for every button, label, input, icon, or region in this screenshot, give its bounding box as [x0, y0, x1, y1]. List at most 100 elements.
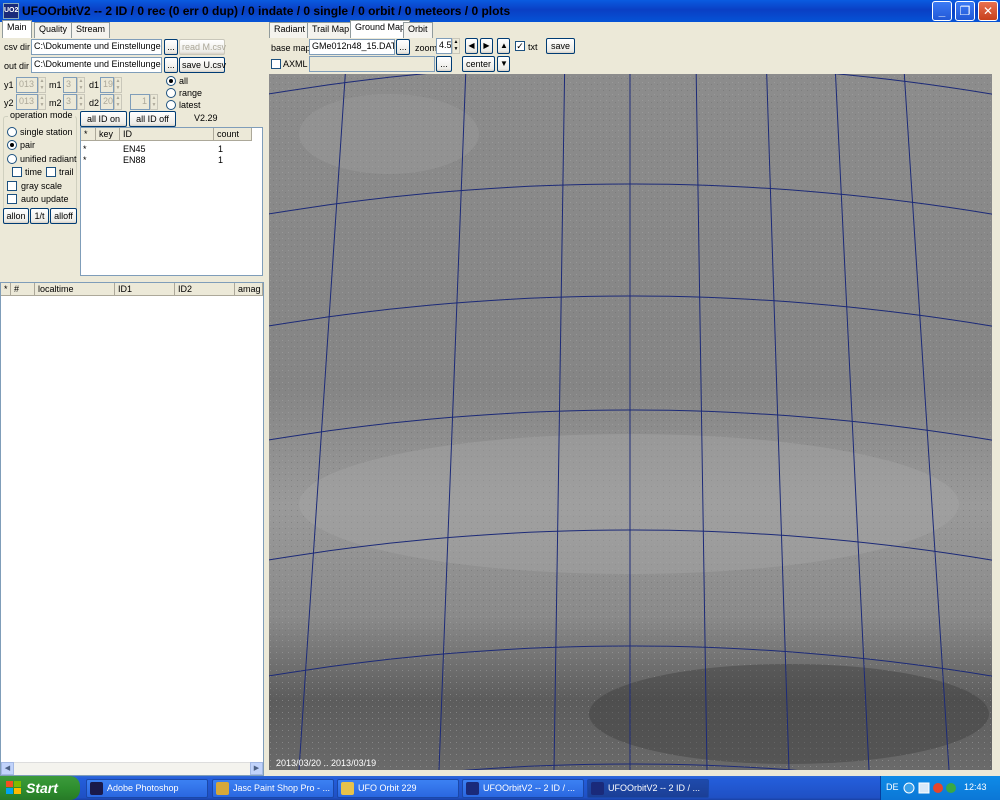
radio-latest[interactable] — [166, 100, 176, 110]
scroll-left-button[interactable]: ◀ — [1, 762, 14, 775]
id-row-2-id[interactable]: EN88 — [123, 155, 146, 165]
radio-range[interactable] — [166, 88, 176, 98]
latest-count-spinner[interactable]: ▲ ▼ — [150, 94, 158, 110]
tab-ground-map[interactable]: Ground Map — [350, 20, 411, 38]
tab-main[interactable]: Main — [2, 20, 32, 38]
save-u-csv-button[interactable]: save U.csv — [179, 57, 226, 73]
ground-map[interactable] — [269, 74, 992, 770]
time-checkbox[interactable] — [12, 167, 22, 177]
d2-spinner[interactable]: ▲ ▼ — [114, 94, 122, 110]
language-indicator[interactable]: DE — [886, 782, 899, 792]
m1-spinner[interactable]: ▲ ▼ — [77, 77, 85, 93]
operation-mode-legend: operation mode — [8, 110, 75, 120]
tab-stream[interactable]: Stream — [71, 22, 111, 38]
one-t-button[interactable]: 1/t — [30, 208, 49, 224]
radio-latest-label: latest — [179, 100, 201, 110]
ufoorbit-icon — [591, 782, 604, 795]
axml-checkbox[interactable] — [271, 59, 281, 69]
pan-down-button[interactable]: ▼ — [497, 56, 510, 72]
ground-map-canvas — [269, 74, 992, 770]
task-label: UFOOrbitV2 -- 2 ID / ... — [608, 783, 701, 793]
event-header-star[interactable]: * — [1, 283, 11, 296]
pan-up-button[interactable]: ▲ — [497, 38, 510, 54]
id-list-header-id[interactable]: ID — [120, 128, 214, 141]
csv-dir-input[interactable]: C:\Dokumente und Einstellungen — [31, 39, 162, 55]
task-ufo-orbit-folder[interactable]: UFO Orbit 229 — [337, 779, 459, 798]
d1-label: d1 — [89, 80, 100, 90]
radio-pair[interactable] — [7, 140, 17, 150]
y1-spinner[interactable]: ▲ ▼ — [38, 77, 46, 93]
scroll-right-button[interactable]: ▶ — [250, 762, 263, 775]
id-row-1-id[interactable]: EN45 — [123, 144, 146, 154]
id-list-header-key[interactable]: key — [96, 128, 120, 141]
out-dir-browse-button[interactable]: ... — [164, 57, 178, 73]
tab-trail-map[interactable]: Trail Map — [307, 22, 355, 38]
gray-scale-checkbox[interactable] — [7, 181, 17, 191]
alloff-button[interactable]: alloff — [50, 208, 77, 224]
center-button[interactable]: center — [462, 56, 495, 72]
trail-checkbox[interactable] — [46, 167, 56, 177]
task-ufoorbitv2-1[interactable]: UFOOrbitV2 -- 2 ID / ... — [462, 779, 584, 798]
axml-input[interactable] — [309, 56, 435, 72]
latest-count-input[interactable]: 1 — [130, 94, 150, 110]
allon-button[interactable]: allon — [3, 208, 29, 224]
out-dir-label: out dir — [4, 61, 30, 71]
id-list-header-star[interactable]: * — [81, 128, 96, 141]
csv-dir-browse-button[interactable]: ... — [164, 39, 178, 55]
m2-spinner[interactable]: ▲ ▼ — [77, 94, 85, 110]
id-list-header-count[interactable]: count — [214, 128, 252, 141]
auto-update-checkbox[interactable] — [7, 194, 17, 204]
pair-label: pair — [20, 140, 36, 150]
txt-checkbox[interactable]: ✓ — [515, 41, 525, 51]
id-row-2-star[interactable]: * — [83, 155, 87, 165]
event-header-number[interactable]: # — [11, 283, 35, 296]
zoom-spinner[interactable]: ▲ ▼ — [452, 38, 460, 54]
y2-input[interactable]: 013 — [16, 94, 38, 110]
event-header-localtime[interactable]: localtime — [35, 283, 115, 296]
pan-left-button[interactable]: ◀ — [465, 38, 478, 54]
time-label: time — [25, 167, 43, 177]
restore-button[interactable]: ❐ — [955, 1, 975, 21]
task-adobe-photoshop[interactable]: Adobe Photoshop — [86, 779, 208, 798]
y2-spinner[interactable]: ▲ ▼ — [38, 94, 46, 110]
event-header-id2[interactable]: ID2 — [175, 283, 235, 296]
read-m-csv-button[interactable]: read M.csv — [179, 39, 226, 55]
all-id-off-button[interactable]: all ID off — [129, 111, 176, 127]
event-header-amag[interactable]: amag — [235, 283, 263, 296]
d1-spinner[interactable]: ▲ ▼ — [114, 77, 122, 93]
radio-unified-radiant[interactable] — [7, 154, 17, 164]
task-ufoorbitv2-2[interactable]: UFOOrbitV2 -- 2 ID / ... — [587, 779, 709, 798]
paint-shop-pro-icon — [216, 782, 229, 795]
m1-input[interactable]: 3 — [63, 77, 77, 93]
pan-right-button[interactable]: ▶ — [480, 38, 493, 54]
event-header-id1[interactable]: ID1 — [115, 283, 175, 296]
folder-icon — [341, 782, 354, 795]
id-list[interactable] — [80, 127, 263, 276]
d1-input[interactable]: 19 — [100, 77, 114, 93]
radio-single-station[interactable] — [7, 127, 17, 137]
base-map-browse-button[interactable]: ... — [396, 39, 410, 55]
close-button[interactable]: ✕ — [978, 1, 998, 21]
radio-all[interactable] — [166, 76, 176, 86]
m2-input[interactable]: 3 — [63, 94, 77, 110]
y1-input[interactable]: 013 — [16, 77, 38, 93]
event-list-scrollbar[interactable] — [1, 762, 263, 775]
id-row-2-count[interactable]: 1 — [218, 155, 223, 165]
id-row-1-count[interactable]: 1 — [218, 144, 223, 154]
d2-input[interactable]: 20 — [100, 94, 114, 110]
out-dir-input[interactable]: C:\Dokumente und Einstellungen — [31, 57, 162, 73]
all-id-on-button[interactable]: all ID on — [80, 111, 127, 127]
task-paint-shop-pro[interactable]: Jasc Paint Shop Pro - ... — [212, 779, 334, 798]
zoom-input[interactable]: 4.5 — [436, 38, 452, 54]
save-map-button[interactable]: save — [546, 38, 575, 54]
id-row-1-star[interactable]: * — [83, 144, 87, 154]
minimize-button[interactable]: _ — [932, 1, 952, 21]
base-map-input[interactable]: GMe012n48_15.DAT — [309, 39, 395, 55]
tab-radiant[interactable]: Radiant — [269, 22, 311, 38]
axml-browse-button[interactable]: ... — [436, 56, 452, 72]
window-title: UFOOrbitV2 -- 2 ID / 0 rec (0 err 0 dup)… — [22, 4, 511, 18]
tray-icons[interactable] — [903, 781, 959, 795]
tab-orbit[interactable]: Orbit — [403, 22, 433, 38]
event-list[interactable] — [0, 282, 264, 776]
tab-quality[interactable]: Quality — [34, 22, 73, 38]
